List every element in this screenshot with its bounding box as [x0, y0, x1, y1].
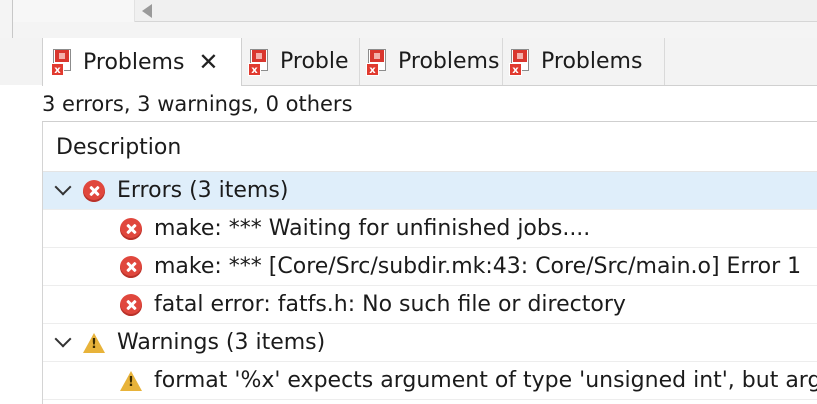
scrollbar-track[interactable] — [13, 0, 135, 22]
problems-summary: 3 errors, 3 warnings, 0 others — [42, 92, 353, 116]
group-label: Errors (3 items) — [117, 178, 289, 203]
tab-label: Problems — [83, 49, 185, 75]
table-row[interactable]: make: *** Waiting for unfinished jobs...… — [43, 210, 817, 248]
error-icon — [120, 293, 142, 316]
error-icon — [83, 179, 105, 202]
tab-problems-3[interactable]: x Problems — [360, 38, 503, 85]
warning-icon: ! — [83, 332, 105, 353]
tab-problems-4[interactable]: x Problems — [503, 38, 665, 85]
table-row[interactable]: make: *** [Core/Src/subdir.mk:43: Core/S… — [43, 248, 817, 286]
chevron-down-icon[interactable] — [54, 178, 72, 196]
group-label: Warnings (3 items) — [117, 330, 326, 355]
chevron-down-icon[interactable] — [54, 330, 72, 348]
problems-view-icon: x — [248, 47, 272, 77]
problems-view-icon: x — [51, 47, 75, 77]
tab-label: Proble — [280, 49, 349, 74]
problems-table: Description Errors (3 items) make: *** W… — [42, 122, 817, 404]
problems-view-icon: x — [366, 47, 390, 77]
error-icon — [120, 217, 142, 240]
tab-label: Problems — [541, 49, 643, 74]
close-icon[interactable]: ✕ — [198, 50, 218, 74]
tab-problems-2[interactable]: x Proble — [242, 38, 360, 85]
problem-description: make: *** [Core/Src/subdir.mk:43: Core/S… — [154, 254, 802, 279]
tab-label: Problems — [398, 49, 500, 74]
problem-description: format '%x' expects argument of type 'un… — [154, 368, 817, 393]
top-scroll-area — [0, 0, 817, 38]
table-row[interactable]: ! format '%x' expects argument of type '… — [43, 362, 817, 400]
warnings-group-row[interactable]: ! Warnings (3 items) — [43, 324, 817, 362]
tab-bar-left-edge — [0, 38, 42, 85]
problem-description: make: *** Waiting for unfinished jobs...… — [154, 216, 591, 241]
problems-view-icon: x — [509, 47, 533, 77]
problem-description: fatal error: fatfs.h: No such file or di… — [154, 292, 626, 317]
tab-problems-1[interactable]: x Problems ✕ — [42, 38, 242, 86]
errors-group-row[interactable]: Errors (3 items) — [43, 172, 817, 210]
view-tab-bar: x Problems ✕ x Proble x Problems x Probl… — [0, 38, 817, 86]
warning-icon: ! — [120, 370, 142, 391]
table-row[interactable]: fatal error: fatfs.h: No such file or di… — [43, 286, 817, 324]
scroll-left-arrow-icon[interactable] — [142, 4, 152, 18]
column-header-description[interactable]: Description — [43, 122, 817, 172]
error-icon — [120, 255, 142, 278]
